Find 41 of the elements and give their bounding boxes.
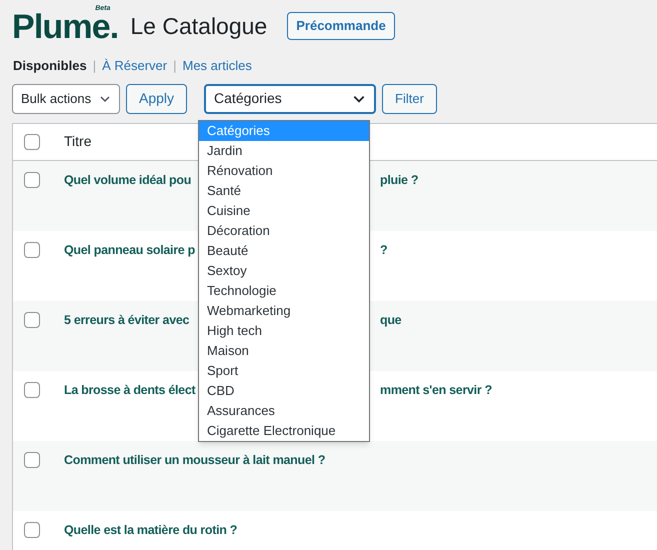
row-checkbox[interactable] [24,382,40,398]
dropdown-option[interactable]: High tech [199,321,369,341]
apply-button[interactable]: Apply [126,84,188,114]
post-title[interactable]: Comment utiliser un mousseur à lait manuel ? [64,450,380,470]
dropdown-option[interactable]: Santé [199,181,369,201]
dropdown-option[interactable]: CBD [199,381,369,401]
column-header[interactable]: Titre [64,131,92,152]
dropdown-option[interactable]: Sport [199,361,369,381]
view-link[interactable]: Disponibles [13,56,87,76]
logo: Plume. [12,14,118,40]
row-checkbox[interactable] [24,522,40,538]
view-link[interactable]: À Réserver [102,56,168,76]
preorder-button[interactable]: Précommande [287,12,395,40]
dropdown-option[interactable]: Webmarketing [199,301,369,321]
view-link[interactable]: Mes articles [182,56,252,76]
category-select[interactable]: Catégories [204,84,376,114]
post-title[interactable]: Quelle est la matière du rotin ? [64,520,380,540]
dropdown-option[interactable]: Jardin [199,141,369,161]
separator: | [173,57,176,75]
row-checkbox[interactable] [24,134,40,150]
dropdown-option[interactable]: Cuisine [199,201,369,221]
dropdown-option[interactable]: Maison [199,341,369,361]
post-title[interactable]: que [380,310,402,330]
post-title[interactable]: ? [380,240,388,260]
dropdown-option[interactable]: Décoration [199,221,369,241]
bulk-actions-select[interactable]: Bulk actions [12,84,120,114]
dropdown-option[interactable]: Cigarette Electronique [199,421,369,441]
row-checkbox[interactable] [24,172,40,188]
filter-button[interactable]: Filter [382,84,437,114]
page-title: Le Catalogue [130,15,268,40]
dropdown-option[interactable]: Technologie [199,281,369,301]
dropdown-option[interactable]: Rénovation [199,161,369,181]
dropdown-option[interactable]: Sextoy [199,261,369,281]
row-checkbox[interactable] [24,452,40,468]
post-title[interactable]: pluie ? [380,170,418,190]
post-title[interactable]: mment s'en servir ? [380,380,492,400]
row-checkbox[interactable] [24,312,40,328]
separator: | [92,57,96,75]
dropdown-option[interactable]: Beauté [199,241,369,261]
row-checkbox[interactable] [24,242,40,258]
dropdown-option[interactable]: Assurances [199,401,369,421]
